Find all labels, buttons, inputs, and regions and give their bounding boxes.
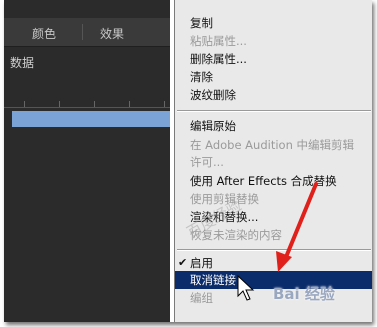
ruler-tick bbox=[129, 101, 130, 107]
menu-item-remove-attributes[interactable]: 删除属性... bbox=[175, 50, 372, 68]
menu-separator bbox=[177, 249, 371, 251]
tab-divider bbox=[82, 24, 83, 40]
baidu-logo: Bai 经验 bbox=[273, 285, 335, 303]
tab-effects[interactable]: 效果 bbox=[100, 25, 124, 42]
timeline-clip[interactable] bbox=[12, 111, 170, 127]
menu-item-replace-with-clip: 使用剪辑替换 bbox=[190, 192, 259, 206]
menu-item-clear[interactable]: 清除 bbox=[175, 68, 372, 86]
menu-item-paste-attributes: 粘贴属性... bbox=[190, 34, 247, 48]
menu-item-ripple-delete[interactable]: 波纹删除 bbox=[175, 86, 372, 104]
panel-tab-bar: 颜色 效果 bbox=[4, 18, 170, 47]
ruler-tick bbox=[164, 101, 165, 107]
ruler-tick bbox=[94, 101, 95, 107]
timeline-panel: 颜色 效果 数据 bbox=[4, 0, 170, 322]
menu-item-edit-in-audition: 在 Adobe Audition 中编辑剪辑 bbox=[190, 138, 355, 152]
menu-item-enable[interactable]: 启用 bbox=[175, 254, 372, 272]
metadata-label: 数据 bbox=[10, 56, 35, 70]
menu-separator bbox=[177, 110, 371, 112]
menu-item-replace-with-ae[interactable]: 使用 After Effects 合成替换 bbox=[175, 172, 372, 190]
menu-item-copy[interactable]: 复制 bbox=[175, 14, 372, 32]
ruler-tick bbox=[24, 101, 25, 107]
time-ruler[interactable] bbox=[4, 99, 170, 108]
menu-item-edit-original[interactable]: 编辑原始 bbox=[175, 117, 372, 135]
tab-color[interactable]: 颜色 bbox=[32, 25, 56, 42]
ruler-tick bbox=[59, 101, 60, 107]
context-menu: 复制 粘贴属性... 删除属性... 清除 波纹删除 编辑原始 在 Adobe … bbox=[174, 0, 372, 322]
menu-item-license: 许可... bbox=[190, 155, 224, 169]
screenshot-frame: 颜色 效果 数据 复制 粘贴属性... 删除属性... 清除 波纹删除 编辑原始… bbox=[4, 0, 372, 322]
